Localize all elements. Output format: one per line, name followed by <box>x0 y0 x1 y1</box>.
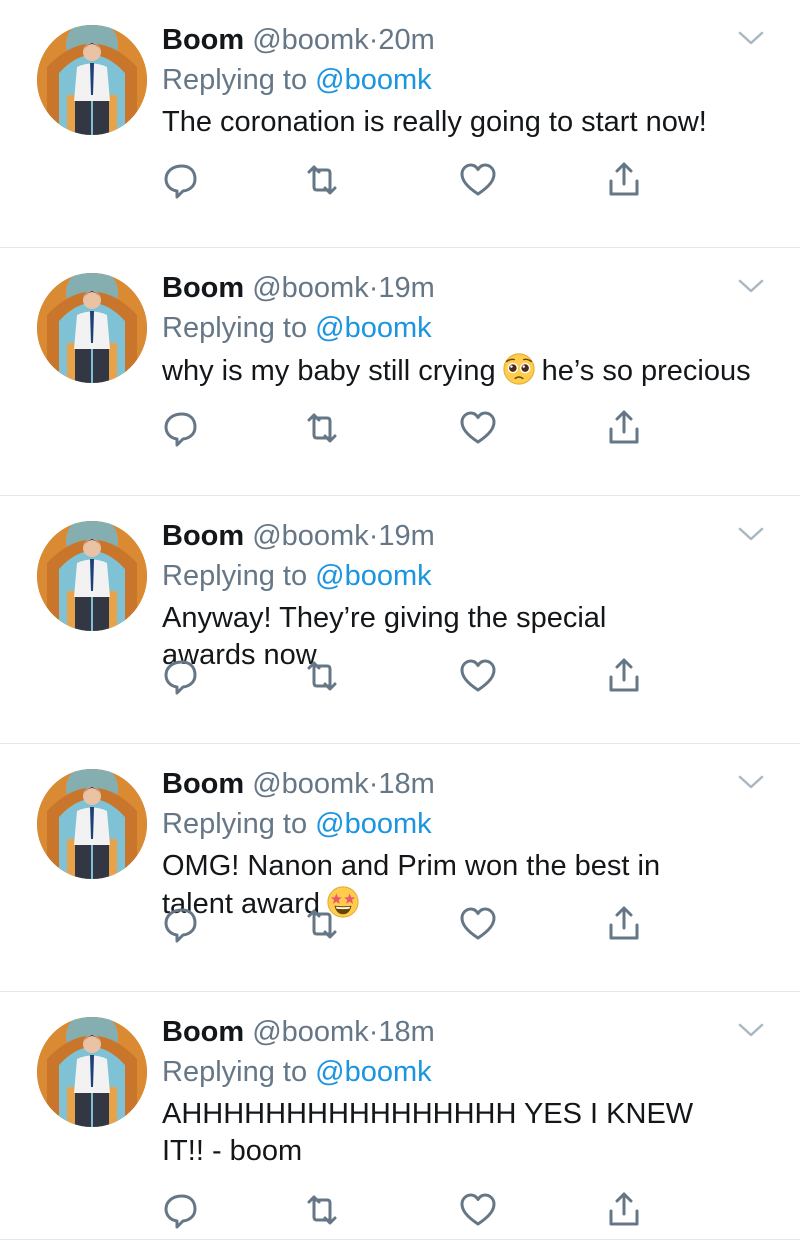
timestamp[interactable]: 18m <box>378 768 434 800</box>
like-icon[interactable] <box>458 1190 498 1230</box>
pleading-face-emoji-icon <box>502 352 536 386</box>
replying-handle-link[interactable]: @boomk <box>315 808 431 840</box>
replying-to: Replying to @boomk <box>162 62 432 98</box>
replying-handle-link[interactable]: @boomk <box>315 64 431 96</box>
author-handle[interactable]: @boomk <box>252 1016 368 1048</box>
author-handle[interactable]: @boomk <box>252 768 368 800</box>
reply-icon[interactable] <box>160 160 200 200</box>
tweet-header: Boom @boomk·19m <box>162 518 435 554</box>
timestamp[interactable]: 19m <box>378 520 434 552</box>
timestamp[interactable]: 18m <box>378 1016 434 1048</box>
share-icon[interactable] <box>604 408 644 448</box>
like-icon[interactable] <box>458 656 498 696</box>
like-icon[interactable] <box>458 408 498 448</box>
chevron-down-icon[interactable] <box>737 28 765 48</box>
author-name[interactable]: Boom <box>162 24 244 56</box>
reply-icon[interactable] <box>160 656 200 696</box>
share-icon[interactable] <box>604 904 644 944</box>
author-name[interactable]: Boom <box>162 1016 244 1048</box>
reply-icon[interactable] <box>160 1190 200 1230</box>
tweet-text-part: why is my baby still crying <box>162 355 496 387</box>
share-icon[interactable] <box>604 160 644 200</box>
share-icon[interactable] <box>604 1190 644 1230</box>
replying-prefix: Replying to <box>162 64 308 96</box>
tweet-text: The coronation is really going to start … <box>162 106 707 138</box>
replying-prefix: Replying to <box>162 560 308 592</box>
tweet[interactable]: Boom @boomk·20m Replying to @boomk The c… <box>0 0 800 248</box>
replying-to: Replying to @boomk <box>162 310 432 346</box>
replying-to: Replying to @boomk <box>162 806 432 842</box>
tweet-header: Boom @boomk·19m <box>162 270 435 306</box>
avatar[interactable] <box>37 769 147 879</box>
chevron-down-icon[interactable] <box>737 276 765 296</box>
author-name[interactable]: Boom <box>162 520 244 552</box>
tweet[interactable]: Boom @boomk·19m Replying to @boomk why i… <box>0 248 800 496</box>
author-handle[interactable]: @boomk <box>252 24 368 56</box>
tweet-header: Boom @boomk·20m <box>162 22 435 58</box>
tweet-text: why is my baby still crying he’s so preci… <box>162 352 772 390</box>
avatar[interactable] <box>37 521 147 631</box>
tweet[interactable]: Boom @boomk·18m Replying to @boomk OMG! … <box>0 744 800 992</box>
timestamp[interactable]: 19m <box>378 272 434 304</box>
separator: · <box>368 1016 379 1048</box>
replying-handle-link[interactable]: @boomk <box>315 312 431 344</box>
like-icon[interactable] <box>458 904 498 944</box>
replying-prefix: Replying to <box>162 1056 308 1088</box>
tweet-text-part: he’s so precious <box>541 355 751 387</box>
tweet[interactable]: Boom @boomk·18m Replying to @boomk AHHHH… <box>0 992 800 1240</box>
tweet-actions <box>160 904 660 944</box>
author-name[interactable]: Boom <box>162 768 244 800</box>
chevron-down-icon[interactable] <box>737 1020 765 1040</box>
tweet-text: AHHHHHHHHHHHHHHHH YES I KNEW IT!! - boom <box>162 1098 694 1167</box>
replying-prefix: Replying to <box>162 312 308 344</box>
separator: · <box>368 272 379 304</box>
tweet-header: Boom @boomk·18m <box>162 766 435 802</box>
tweet-header: Boom @boomk·18m <box>162 1014 435 1050</box>
tweet-actions <box>160 160 660 200</box>
chevron-down-icon[interactable] <box>737 772 765 792</box>
author-name[interactable]: Boom <box>162 272 244 304</box>
author-handle[interactable]: @boomk <box>252 520 368 552</box>
separator: · <box>368 520 379 552</box>
author-handle[interactable]: @boomk <box>252 272 368 304</box>
retweet-icon[interactable] <box>302 408 342 448</box>
like-icon[interactable] <box>458 160 498 200</box>
retweet-icon[interactable] <box>302 656 342 696</box>
tweet-actions <box>160 408 660 448</box>
separator: · <box>368 24 379 56</box>
retweet-icon[interactable] <box>302 1190 342 1230</box>
avatar[interactable] <box>37 25 147 135</box>
replying-prefix: Replying to <box>162 808 308 840</box>
retweet-icon[interactable] <box>302 904 342 944</box>
avatar[interactable] <box>37 273 147 383</box>
replying-to: Replying to @boomk <box>162 1054 432 1090</box>
replying-handle-link[interactable]: @boomk <box>315 1056 431 1088</box>
retweet-icon[interactable] <box>302 160 342 200</box>
tweet[interactable]: Boom @boomk·19m Replying to @boomk Anywa… <box>0 496 800 744</box>
tweet-actions <box>160 656 660 696</box>
tweet-actions <box>160 1190 660 1230</box>
separator: · <box>368 768 379 800</box>
share-icon[interactable] <box>604 656 644 696</box>
chevron-down-icon[interactable] <box>737 524 765 544</box>
replying-handle-link[interactable]: @boomk <box>315 560 431 592</box>
timestamp[interactable]: 20m <box>378 24 434 56</box>
avatar[interactable] <box>37 1017 147 1127</box>
replying-to: Replying to @boomk <box>162 558 432 594</box>
reply-icon[interactable] <box>160 904 200 944</box>
reply-icon[interactable] <box>160 408 200 448</box>
